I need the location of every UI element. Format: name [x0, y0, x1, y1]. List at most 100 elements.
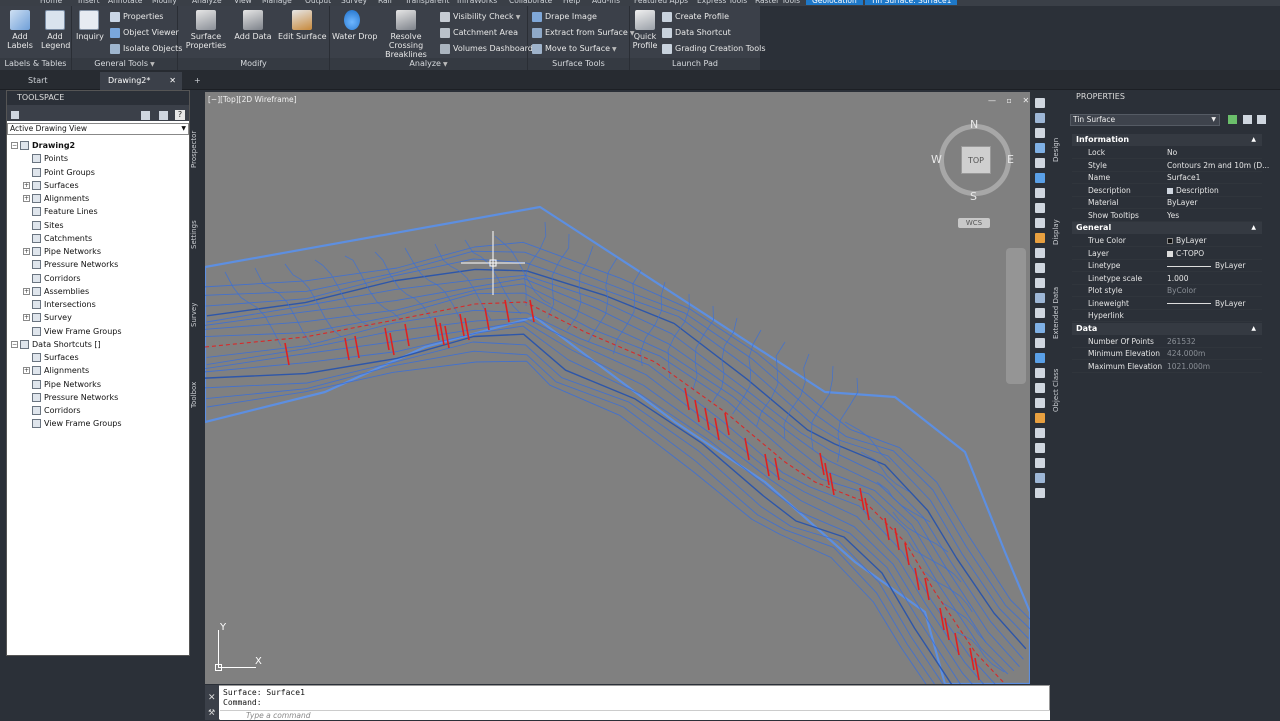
viewcube[interactable]: TOP N S E W — [931, 118, 1015, 203]
compass-east[interactable]: E — [1007, 153, 1014, 166]
section-general[interactable]: General ▲ — [1072, 222, 1262, 234]
property-row-show-tooltips[interactable]: Show Tooltips Yes — [1072, 210, 1262, 222]
tab-display[interactable]: Display — [1052, 210, 1066, 255]
property-row-description[interactable]: Description Description — [1072, 185, 1262, 197]
section-data[interactable]: Data ▲ — [1072, 322, 1262, 335]
tree-node-pressure-networks[interactable]: Pressure Networks — [23, 391, 118, 404]
tree-node-points[interactable]: Points — [23, 152, 68, 165]
tree-node-surfaces[interactable]: + Surfaces — [23, 179, 79, 192]
tab-settings[interactable]: Settings — [190, 210, 204, 260]
ribbon-tab-raster-tools[interactable]: Raster Tools — [755, 0, 800, 5]
command-input[interactable]: Type a command — [220, 710, 1050, 720]
object-viewer-button[interactable]: Object Viewer — [110, 26, 179, 40]
toolspace-settings-icon[interactable] — [11, 111, 19, 119]
palette-tool-icon[interactable] — [1035, 263, 1045, 273]
tree-node-view-frame-groups[interactable]: View Frame Groups — [23, 417, 122, 430]
palette-tool-icon[interactable] — [1035, 473, 1045, 483]
help-icon[interactable]: ? — [175, 110, 185, 120]
quick-profile-button[interactable]: Quick Profile — [632, 10, 658, 50]
tab-object-class[interactable]: Object Class — [1052, 360, 1066, 420]
add-legend-button[interactable]: Add Legend — [40, 10, 70, 50]
palette-tool-icon[interactable] — [1035, 368, 1045, 378]
palette-tool-icon[interactable] — [1035, 353, 1045, 363]
properties-button[interactable]: Properties — [110, 10, 163, 24]
property-row-style[interactable]: Style Contours 2m and 10m (D... — [1072, 160, 1269, 172]
edit-surface-button[interactable]: Edit Surface — [278, 10, 327, 41]
palette-tool-icon[interactable] — [1035, 323, 1045, 333]
property-row-minimum-elevation[interactable]: Minimum Elevation 424.000m — [1072, 348, 1262, 360]
palette-tool-icon[interactable] — [1035, 203, 1045, 213]
palette-tool-icon[interactable] — [1035, 278, 1045, 288]
ribbon-tab-view[interactable]: View — [234, 0, 252, 5]
property-row-layer[interactable]: Layer C-TOPO — [1072, 248, 1262, 260]
add-labels-button[interactable]: Add Labels — [6, 10, 34, 50]
tree-node-drawing2[interactable]: − Drawing2 — [11, 139, 75, 152]
palette-tool-icon[interactable] — [1035, 308, 1045, 318]
expand-icon[interactable]: + — [23, 287, 30, 295]
tab-drawing2[interactable]: Drawing2* ✕ — [100, 72, 182, 90]
property-row-linetype-scale[interactable]: Linetype scale 1.000 — [1072, 273, 1262, 285]
panel-title-analyze[interactable]: Analyze ▼ — [330, 58, 527, 70]
close-icon[interactable]: ✕ — [169, 72, 176, 90]
move-to-surface-button[interactable]: Move to Surface ▼ — [532, 42, 617, 56]
volumes-dashboard-button[interactable]: Volumes Dashboard — [440, 42, 533, 56]
compass-south[interactable]: S — [970, 190, 977, 203]
ribbon-tab-geolocation[interactable]: Geolocation — [806, 0, 863, 5]
property-row-maximum-elevation[interactable]: Maximum Elevation 1021.000m — [1072, 361, 1262, 373]
close-icon[interactable]: ✕ — [208, 693, 216, 703]
tab-survey[interactable]: Survey — [190, 290, 204, 340]
property-row-number-of-points[interactable]: Number Of Points 261532 — [1072, 336, 1262, 348]
ribbon-tab-analyze[interactable]: Analyze — [192, 0, 222, 5]
tree-node-feature-lines[interactable]: Feature Lines — [23, 205, 98, 218]
compass-west[interactable]: W — [931, 153, 942, 166]
ribbon-tab-manage[interactable]: Manage — [262, 0, 292, 5]
palette-tool-icon[interactable] — [1035, 293, 1045, 303]
property-row-name[interactable]: Name Surface1 — [1072, 172, 1262, 184]
resolve-crossing-breaklines-button[interactable]: Resolve Crossing Breaklines — [374, 10, 438, 59]
expand-icon[interactable]: + — [23, 314, 30, 322]
palette-tool-icon[interactable] — [1035, 233, 1045, 243]
palette-tool-icon[interactable] — [1035, 98, 1045, 108]
palette-tool-icon[interactable] — [1035, 398, 1045, 408]
tab-prospector[interactable]: Prospector — [190, 124, 204, 174]
viewport-window-controls[interactable]: — ▫ ✕ — [988, 96, 1033, 105]
palette-tool-icon[interactable] — [1035, 248, 1045, 258]
collapse-icon[interactable]: − — [11, 142, 18, 149]
property-row-linetype[interactable]: Linetype ByLayer — [1072, 260, 1262, 272]
palette-tool-icon[interactable] — [1035, 158, 1045, 168]
tree-node-catchments[interactable]: Catchments — [23, 232, 92, 245]
palette-tool-icon[interactable] — [1035, 188, 1045, 198]
expand-icon[interactable]: + — [23, 248, 30, 255]
ribbon-tab-collaborate[interactable]: Collaborate — [509, 0, 552, 5]
ribbon-tab-express-tools[interactable]: Express Tools — [697, 0, 747, 5]
tree-node-view-frame-groups[interactable]: View Frame Groups — [23, 325, 122, 338]
tree-node-point-groups[interactable]: Point Groups — [23, 166, 95, 179]
tree-node-alignments[interactable]: + Alignments — [23, 364, 89, 377]
quick-select-icon[interactable] — [1257, 115, 1266, 124]
tree-node-pipe-networks[interactable]: Pipe Networks — [23, 378, 101, 391]
property-row-hyperlink[interactable]: Hyperlink — [1072, 310, 1262, 322]
ribbon-tab-help[interactable]: Help — [563, 0, 580, 5]
property-row-lineweight[interactable]: Lineweight ByLayer — [1072, 298, 1262, 310]
tree-node-corridors[interactable]: Corridors — [23, 404, 81, 417]
object-type-select[interactable]: Tin Surface ▼ — [1070, 114, 1220, 126]
panel-title-general-tools[interactable]: General Tools ▼ — [72, 58, 177, 70]
palette-tool-icon[interactable] — [1035, 173, 1045, 183]
viewport-controls-label[interactable]: [−][Top][2D Wireframe] — [208, 95, 297, 104]
extract-from-surface-button[interactable]: Extract from Surface ▼ — [532, 26, 634, 40]
ribbon-tab-annotate[interactable]: Annotate — [108, 0, 142, 5]
palette-tool-icon[interactable] — [1035, 443, 1045, 453]
property-row-material[interactable]: Material ByLayer — [1072, 197, 1262, 209]
toolspace-tree-icon[interactable] — [141, 111, 150, 120]
ribbon-tab-tin-surface-surface1[interactable]: Tin Surface: Surface1 — [865, 0, 958, 5]
tree-node-pressure-networks[interactable]: Pressure Networks — [23, 258, 118, 271]
viewcube-top-face[interactable]: TOP — [961, 146, 991, 174]
tree-node-intersections[interactable]: Intersections — [23, 298, 96, 311]
ribbon-tab-home[interactable]: Home — [40, 0, 62, 5]
chevron-up-icon[interactable]: ▲ — [1251, 323, 1256, 335]
property-row-lock[interactable]: Lock No — [1072, 147, 1262, 159]
ribbon-tab-infraworks[interactable]: InfraWorks — [457, 0, 497, 5]
tree-node-sites[interactable]: Sites — [23, 219, 64, 232]
wcs-menu[interactable]: WCS — [958, 218, 990, 228]
command-line-handle[interactable]: ✕ ⚒ — [205, 685, 219, 720]
